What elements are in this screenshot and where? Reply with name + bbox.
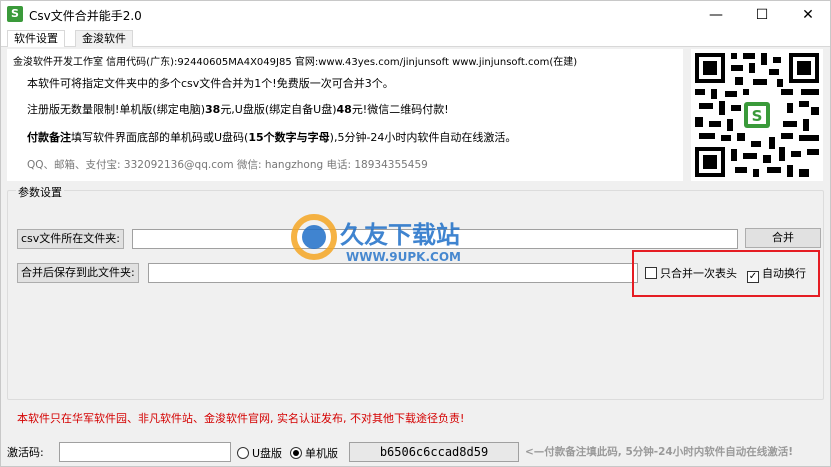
distribution-notice: 本软件只在华军软件园、非凡软件站、金浚软件官网, 实名认证发布, 不对其他下载途… (17, 412, 465, 425)
radio-single[interactable] (290, 447, 302, 459)
window-title: Csv文件合并能手2.0 (29, 9, 142, 23)
csv-folder-button[interactable]: csv文件所在文件夹: (17, 229, 124, 249)
watermark-logo: 久友下载站 WWW.9UPK.COM (291, 214, 461, 264)
main-window: S Csv文件合并能手2.0 — ☐ ✕ 软件设置 金浚软件 金浚软件开发工作室… (0, 0, 831, 467)
svg-text:WWW.9UPK.COM: WWW.9UPK.COM (346, 250, 461, 264)
app-icon: S (7, 6, 23, 22)
activation-hint: <—付款备注填此码, 5分钟-24小时内软件自动在线激活! (525, 446, 794, 458)
info-panel: 金浚软件开发工作室 信用代码(广东):92440605MA4X049J85 官网… (7, 49, 683, 181)
save-folder-button[interactable]: 合并后保存到此文件夹: (17, 263, 139, 283)
tab-settings[interactable]: 软件设置 (7, 30, 65, 47)
maximize-button[interactable]: ☐ (739, 1, 785, 29)
title-bar: S Csv文件合并能手2.0 — ☐ ✕ (1, 1, 830, 29)
usb-version-radio[interactable]: U盘版 (237, 445, 282, 461)
merge-button[interactable]: 合并 (745, 228, 821, 248)
pricing-text: 注册版无数量限制!单机版(绑定电脑)38元,U盘版(绑定自备U盘)48元!微信二… (27, 103, 449, 116)
tab-jinjun-software[interactable]: 金浚软件 (75, 30, 133, 47)
minimize-button[interactable]: — (693, 1, 739, 29)
machine-code-field: b6506c6ccad8d59 (349, 442, 519, 462)
contact-info: QQ、邮箱、支付宝: 332092136@qq.com 微信: hangzhon… (27, 159, 428, 171)
svg-text:S: S (752, 107, 763, 125)
wechat-qr-code: S (691, 49, 823, 181)
intro-text: 本软件可将指定文件夹中的多个csv文件合并为1个!免费版一次可合并3个。 (27, 77, 394, 90)
single-version-radio[interactable]: 单机版 (290, 445, 338, 461)
activation-code-input[interactable] (59, 442, 231, 462)
tab-strip: 软件设置 金浚软件 (1, 29, 830, 47)
params-group-title: 参数设置 (16, 184, 64, 200)
close-button[interactable]: ✕ (785, 1, 831, 29)
studio-header: 金浚软件开发工作室 信用代码(广东):92440605MA4X049J85 官网… (13, 57, 578, 68)
highlight-box (632, 250, 820, 297)
payment-note: 付款备注填写软件界面底部的单机码或U盘码(15个数字与字母),5分钟-24小时内… (27, 131, 517, 144)
radio-usb[interactable] (237, 447, 249, 459)
activation-label: 激活码: (7, 446, 44, 459)
svg-text:久友下载站: 久友下载站 (340, 221, 460, 249)
